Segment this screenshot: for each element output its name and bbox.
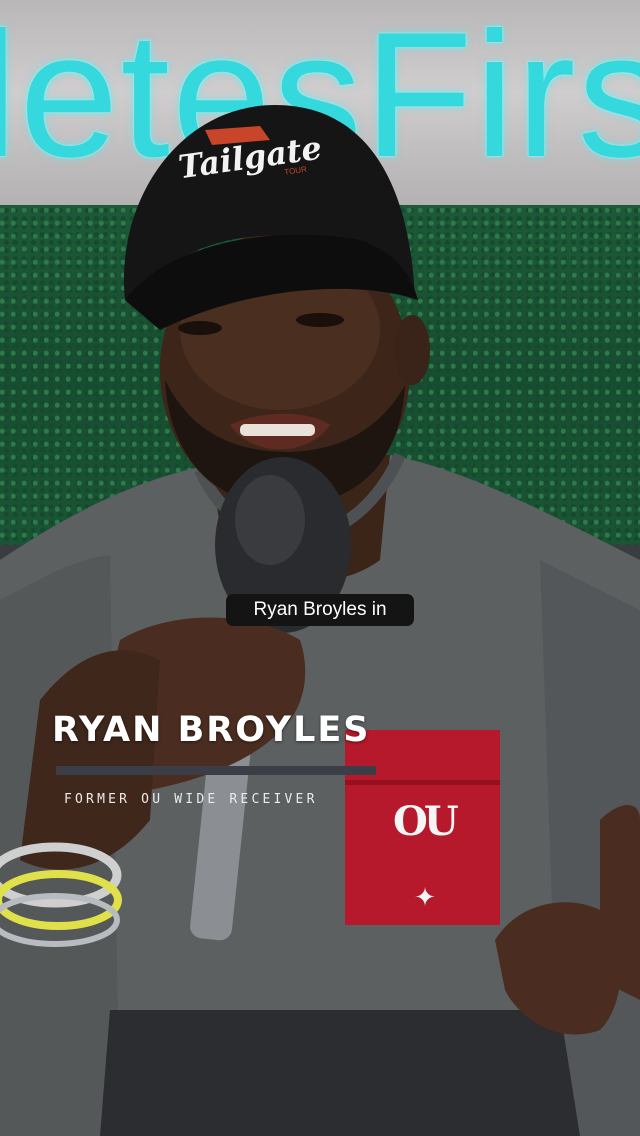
subtitle-caption: Ryan Broyles in: [226, 594, 414, 626]
speaker-figure: [0, 105, 640, 1136]
video-frame[interactable]: letesFirs Tailgate TOUR OU ✦ Ryan Broyle…: [0, 0, 640, 1136]
lower-third-bar: [56, 766, 376, 775]
ou-logo: OU: [393, 798, 459, 845]
speaker-name: RYAN BROYLES: [52, 710, 371, 750]
lower-third: RYAN BROYLES FORMER OU WIDE RECEIVER: [52, 708, 392, 807]
jumpman-icon: ✦: [414, 883, 436, 913]
speaker-title: FORMER OU WIDE RECEIVER: [64, 792, 318, 807]
